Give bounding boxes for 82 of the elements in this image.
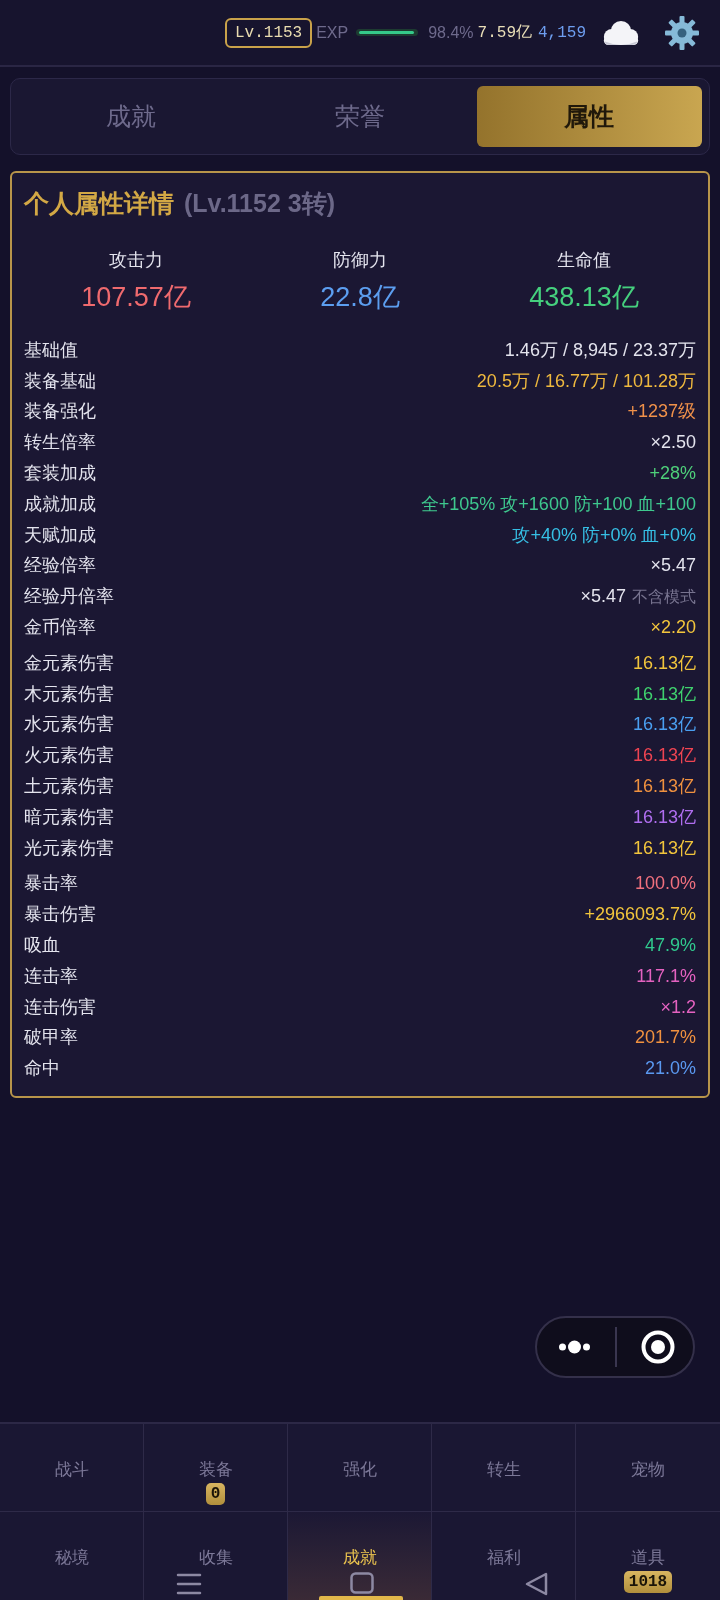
attribute-label: 经验倍率 — [24, 554, 96, 578]
attribute-label: 火元素伤害 — [24, 744, 114, 768]
menu-icon[interactable] — [176, 1572, 202, 1596]
attribute-value: 20.5万 / 16.77万 / 101.28万 — [476, 369, 696, 393]
attribute-value: ×5.47 — [650, 554, 696, 578]
attribute-value: 16.13亿 — [632, 713, 696, 737]
attribute-value: 16.13亿 — [632, 744, 696, 768]
attribute-value: 1.46万 / 8,945 / 23.37万 — [504, 338, 696, 362]
coin-amount: 7.59亿 — [477, 22, 532, 44]
stat-value: 107.57亿 — [81, 281, 191, 314]
attribute-label: 吸血 — [24, 934, 60, 958]
attribute-label: 土元素伤害 — [24, 775, 114, 799]
attribute-label: 木元素伤害 — [24, 682, 114, 706]
attribute-label: 暴击伤害 — [24, 903, 96, 927]
attribute-value: 100.0% — [634, 872, 696, 896]
stat-label: 攻击力 — [109, 249, 163, 272]
attribute-value: 全+105% 攻+1600 防+100 血+100 — [420, 492, 696, 516]
exp-percent: 98.4% — [428, 22, 474, 43]
attribute-value: 117.1% — [636, 964, 696, 988]
attribute-label: 转生倍率 — [24, 431, 96, 455]
attribute-label: 金元素伤害 — [24, 651, 114, 675]
tab[interactable]: 荣誉 — [247, 86, 473, 147]
attribute-label: 基础值 — [24, 338, 78, 362]
count-badge: 0 — [205, 1483, 226, 1505]
attribute-value: 201.7% — [634, 1026, 696, 1050]
count-badge: 1018 — [623, 1571, 673, 1593]
attribute-label: 经验丹倍率 — [24, 585, 114, 609]
cloud-icon[interactable] — [602, 20, 640, 45]
stat-label: 防御力 — [333, 249, 387, 272]
nav-button[interactable]: 福利 — [432, 1512, 576, 1600]
panel-subtitle: (Lv.1152 3转) — [184, 188, 335, 220]
tab[interactable]: 属性 — [476, 86, 702, 147]
attribute-label: 成就加成 — [24, 492, 96, 516]
stat-value: 438.13亿 — [529, 281, 639, 314]
nav-button[interactable]: 宠物 — [576, 1424, 720, 1512]
attribute-value: 16.13亿 — [632, 836, 696, 860]
nav-button[interactable]: 装备 0 — [144, 1424, 288, 1512]
gem-amount: 4,159 — [538, 22, 586, 44]
attribute-value: ×2.50 — [650, 431, 696, 455]
attribute-value: +2966093.7% — [584, 903, 696, 927]
settings-icon[interactable] — [664, 14, 700, 51]
attribute-label: 连击率 — [24, 964, 78, 988]
nav-button[interactable]: 战斗 — [0, 1424, 144, 1512]
level-badge: Lv.1153 — [224, 17, 313, 48]
attribute-value: ×1.2 — [660, 995, 696, 1019]
attribute-label: 水元素伤害 — [24, 713, 114, 737]
attribute-label: 金币倍率 — [24, 616, 96, 640]
back-icon[interactable] — [524, 1572, 548, 1596]
attribute-label: 套装加成 — [24, 462, 96, 486]
home-icon[interactable] — [350, 1572, 374, 1594]
attribute-value: 47.9% — [644, 934, 696, 958]
exp-label: EXP — [316, 22, 349, 43]
nav-button[interactable]: 转生 — [432, 1424, 576, 1512]
attribute-label: 连击伤害 — [24, 995, 96, 1019]
tab[interactable]: 成就 — [18, 86, 244, 147]
stat-label: 生命值 — [557, 249, 611, 272]
panel-title: 个人属性详情 — [24, 188, 174, 220]
attribute-note: 不含模式 — [632, 586, 696, 607]
attribute-label: 装备基础 — [24, 369, 96, 393]
stat-value: 22.8亿 — [320, 281, 400, 314]
attribute-value: 21.0% — [644, 1057, 696, 1081]
attribute-value: +1237级 — [627, 400, 696, 424]
attribute-value: ×5.47 — [580, 585, 626, 609]
attribute-label: 暴击率 — [24, 872, 78, 896]
attribute-value: 攻+40% 防+0% 血+0% — [512, 523, 696, 547]
attribute-value: +28% — [649, 462, 696, 486]
attribute-value: 16.13亿 — [632, 651, 696, 675]
attribute-label: 光元素伤害 — [24, 836, 114, 860]
attribute-label: 装备强化 — [24, 400, 96, 424]
nav-button[interactable]: 成就 — [288, 1512, 432, 1600]
attribute-label: 天赋加成 — [24, 523, 96, 547]
nav-button[interactable]: 道具 1018 — [576, 1512, 720, 1600]
attribute-value: 16.13亿 — [632, 775, 696, 799]
attribute-label: 命中 — [24, 1057, 60, 1081]
target-icon[interactable] — [641, 1330, 675, 1364]
attribute-label: 暗元素伤害 — [24, 805, 114, 829]
attribute-value: 16.13亿 — [632, 682, 696, 706]
nav-button[interactable]: 秘境 — [0, 1512, 144, 1600]
more-icon[interactable] — [558, 1340, 591, 1354]
attribute-label: 破甲率 — [24, 1026, 78, 1050]
attribute-value: 16.13亿 — [632, 805, 696, 829]
attribute-value: ×2.20 — [650, 616, 696, 640]
